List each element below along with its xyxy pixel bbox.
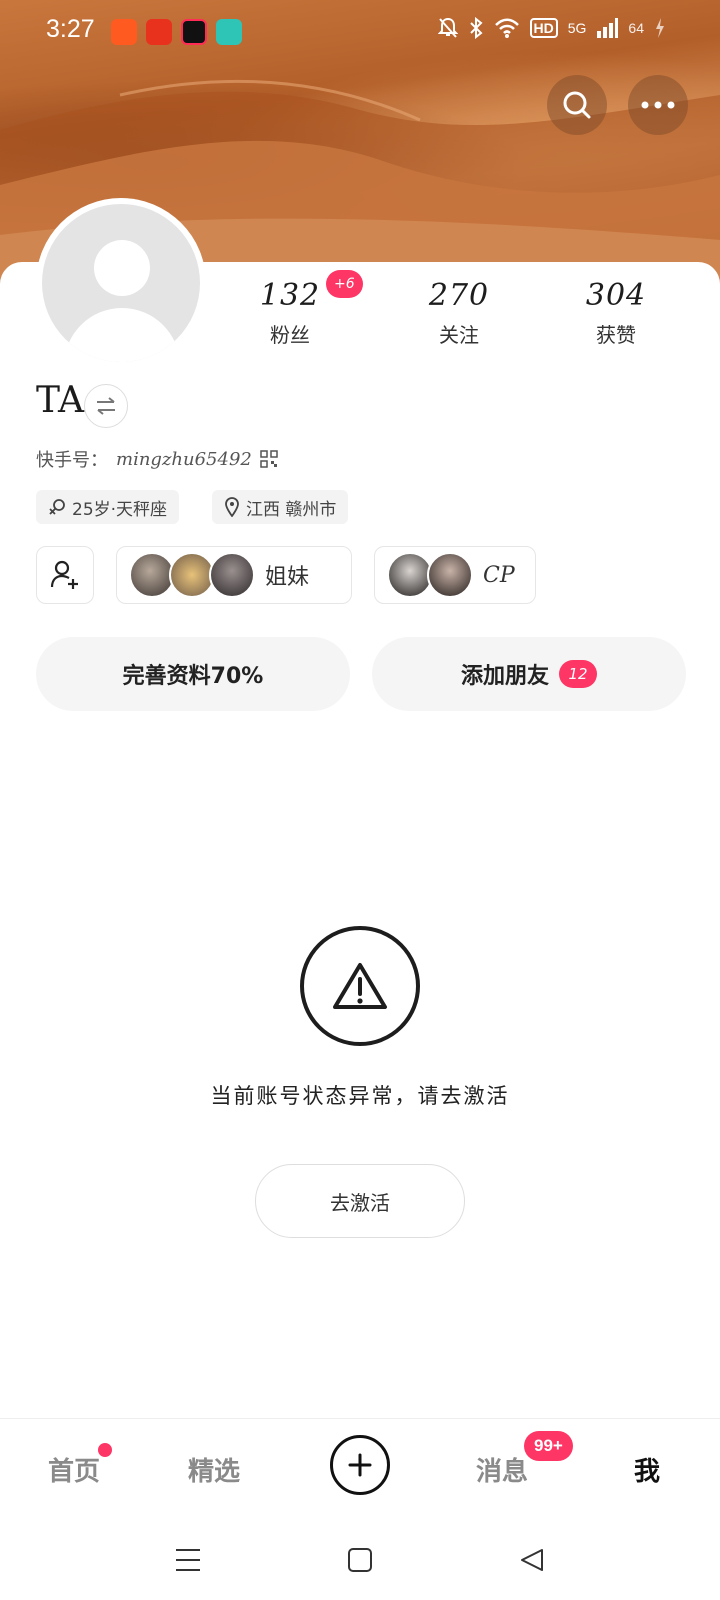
complete-profile-label: 完善资料70% xyxy=(122,664,264,689)
app-chat-icon xyxy=(216,19,242,45)
nav-featured[interactable]: 精选 xyxy=(188,1451,240,1488)
square-home-icon xyxy=(348,1548,372,1572)
status-time: 3:27 xyxy=(46,15,95,43)
add-friends-count-badge: 12 xyxy=(559,660,597,688)
home-system-button[interactable] xyxy=(340,1540,380,1580)
warning-circle xyxy=(300,926,420,1046)
add-friends-label: 添加朋友 xyxy=(460,664,549,689)
stat-label: 获赞 xyxy=(596,323,636,347)
qr-code-icon[interactable] xyxy=(260,450,278,468)
female-icon xyxy=(49,499,65,515)
stat-likes[interactable]: 304 获赞 xyxy=(546,278,686,348)
app-kuaishou-icon xyxy=(111,19,137,45)
more-icon xyxy=(641,101,675,109)
complete-profile-button[interactable]: 完善资料70% xyxy=(36,637,350,711)
more-button[interactable] xyxy=(628,75,688,135)
bluetooth-icon xyxy=(469,17,482,39)
stat-value: 270 xyxy=(428,278,490,313)
tag-text: 25岁·天秤座 xyxy=(72,499,168,520)
followers-new-badge: +6 xyxy=(326,270,363,298)
system-nav xyxy=(0,1520,720,1600)
default-avatar-icon xyxy=(42,204,200,362)
group-label: CP xyxy=(483,562,515,588)
mute-bell-icon xyxy=(437,17,458,38)
group-sisters[interactable]: 姐妹 xyxy=(116,546,352,604)
add-friends-button[interactable]: 添加朋友 12 xyxy=(372,637,686,711)
location-tag: 江西 赣州市 xyxy=(212,490,349,524)
status-bar: 3:27 HD 5G 64 xyxy=(0,0,720,64)
search-button[interactable] xyxy=(547,75,607,135)
network-label: 5G xyxy=(567,20,587,36)
member-avatar xyxy=(427,552,473,598)
wifi-icon xyxy=(494,18,519,38)
create-button[interactable] xyxy=(330,1435,390,1495)
group-label: 姐妹 xyxy=(265,565,310,590)
stat-label: 关注 xyxy=(439,323,479,347)
battery-charging-icon xyxy=(656,18,664,38)
activate-label: 去激活 xyxy=(330,1190,390,1215)
signal-icon xyxy=(597,18,619,38)
member-avatar xyxy=(209,552,255,598)
nav-messages[interactable]: 消息 xyxy=(476,1451,528,1488)
warning-message: 当前账号状态异常，请去激活 xyxy=(210,1084,510,1108)
battery-level: 64 xyxy=(628,20,644,36)
home-unread-dot xyxy=(98,1443,112,1457)
id-value: mingzhu65492 xyxy=(116,448,252,470)
id-prefix: 快手号： xyxy=(36,450,108,471)
stat-label: 粉丝 xyxy=(270,323,310,347)
kuaishou-id[interactable]: 快手号： mingzhu65492 xyxy=(36,446,278,472)
menu-button[interactable] xyxy=(168,1540,208,1580)
avatar[interactable] xyxy=(36,198,206,368)
nav-me[interactable]: 我 xyxy=(634,1451,660,1488)
add-friend-button[interactable] xyxy=(36,546,94,604)
bottom-nav: 首页 精选 消息 99+ 我 xyxy=(0,1418,720,1520)
warning-icon xyxy=(333,963,387,1009)
age-zodiac-tag: 25岁·天秤座 xyxy=(36,490,180,524)
back-button[interactable] xyxy=(512,1540,552,1580)
status-icons: HD 5G 64 xyxy=(437,17,667,39)
profile-name: TA xyxy=(36,380,85,421)
hd-badge: HD xyxy=(529,18,558,38)
group-cp[interactable]: CP xyxy=(374,546,536,604)
location-pin-icon xyxy=(225,497,239,517)
activate-button[interactable]: 去激活 xyxy=(255,1164,465,1238)
switch-account-button[interactable] xyxy=(84,384,128,428)
messages-badge: 99+ xyxy=(524,1431,573,1461)
tag-text: 江西 赣州市 xyxy=(246,499,337,520)
stat-value: 304 xyxy=(585,278,647,313)
plus-icon xyxy=(348,1453,372,1477)
back-triangle-icon xyxy=(521,1549,543,1571)
stat-following[interactable]: 270 关注 xyxy=(389,278,529,348)
switch-arrows-icon xyxy=(97,397,115,415)
search-icon xyxy=(563,91,591,119)
add-user-icon xyxy=(50,560,78,589)
app-video-icon xyxy=(181,19,207,45)
app-ting-icon xyxy=(146,19,172,45)
menu-icon xyxy=(176,1549,200,1571)
nav-home[interactable]: 首页 xyxy=(48,1451,100,1488)
